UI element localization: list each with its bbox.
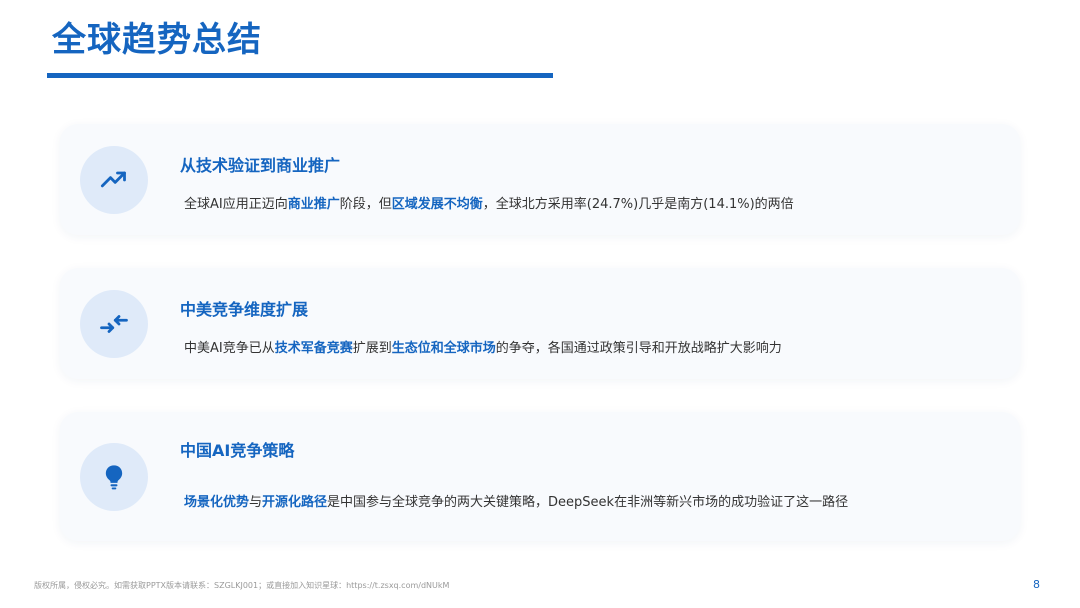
summary-card-commercialization: 从技术验证到商业推广 全球AI应用正迈向商业推广阶段，但区域发展不均衡，全球北方… [60, 124, 1020, 235]
desc-highlight: 区域发展不均衡 [391, 197, 483, 212]
desc-text: 阶段，但 [339, 197, 392, 212]
card-title: 中国AI竞争策略 [180, 441, 295, 460]
page-title: 全球趋势总结 [52, 20, 262, 60]
icon-badge [80, 290, 148, 358]
desc-text: ，全球北方采用率(24.7%)几乎是南方(14.1%)的两倍 [482, 197, 794, 212]
card-title: 从技术验证到商业推广 [180, 156, 341, 175]
desc-text: 全球AI应用正迈向 [184, 197, 288, 212]
title-underline [47, 73, 553, 78]
card-title: 中美竞争维度扩展 [180, 300, 309, 319]
icon-badge [80, 146, 148, 214]
summary-card-us-china-competition: 中美竞争维度扩展 中美AI竞争已从技术军备竞赛扩展到生态位和全球市场的争夺，各国… [60, 268, 1020, 379]
desc-highlight: 场景化优势 [184, 495, 250, 510]
desc-highlight: 生态位和全球市场 [391, 341, 496, 356]
lightbulb-icon [105, 465, 123, 490]
desc-highlight: 技术军备竞赛 [274, 341, 353, 356]
page-number: 8 [1033, 578, 1040, 591]
summary-card-china-strategy: 中国AI竞争策略 场景化优势与开源化路径是中国参与全球竞争的两大关键策略，Dee… [60, 412, 1020, 541]
desc-text: 的争夺，各国通过政策引导和开放战略扩大影响力 [495, 341, 782, 356]
card-description: 全球AI应用正迈向商业推广阶段，但区域发展不均衡，全球北方采用率(24.7%)几… [184, 193, 794, 212]
desc-text: 中美AI竞争已从 [184, 341, 275, 356]
trending-up-icon [100, 171, 126, 188]
desc-text: 扩展到 [352, 341, 392, 356]
compare-arrows-icon [100, 315, 128, 333]
copyright-footer: 版权所属，侵权必究。如需获取PPTX版本请联系：SZGLKJ001；或直接加入知… [34, 581, 450, 590]
card-description: 中美AI竞争已从技术军备竞赛扩展到生态位和全球市场的争夺，各国通过政策引导和开放… [184, 337, 782, 356]
desc-text: 与 [249, 495, 263, 510]
icon-badge [80, 443, 148, 511]
card-description: 场景化优势与开源化路径是中国参与全球竞争的两大关键策略，DeepSeek在非洲等… [184, 491, 848, 510]
desc-highlight: 开源化路径 [262, 495, 328, 510]
desc-highlight: 商业推广 [287, 197, 340, 212]
desc-text: 是中国参与全球竞争的两大关键策略，DeepSeek在非洲等新兴市场的成功验证了这… [327, 495, 849, 510]
